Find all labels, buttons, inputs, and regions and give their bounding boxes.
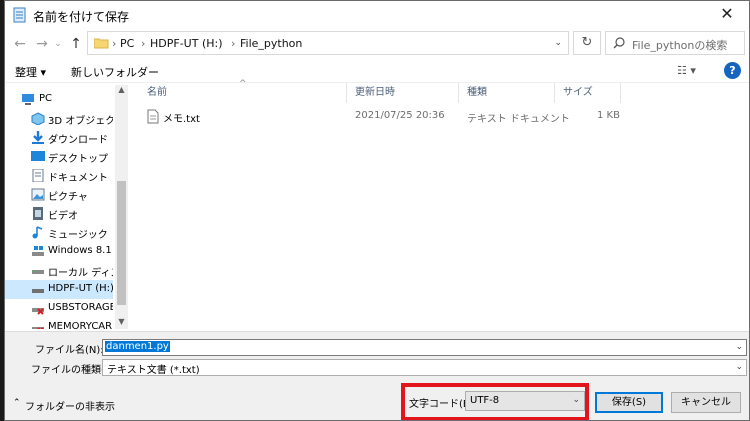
title-bar: 名前を付けて保存 ✕ (5, 1, 749, 29)
file-modified: 2021/07/25 20:36 (355, 110, 445, 121)
scroll-up-icon[interactable]: ▲ (115, 85, 128, 97)
breadcrumb-separator-icon: › (112, 37, 117, 50)
sidebar-item-drive-d[interactable]: ローカル ディスク (D (5, 261, 113, 280)
filename-input[interactable]: danmen1.py ⌄ (102, 339, 747, 356)
file-type: テキスト ドキュメント (467, 114, 570, 125)
sidebar-item-label: 3D オブジェクト (48, 116, 113, 127)
save-button[interactable]: 保存(S) (595, 392, 663, 413)
column-header-name[interactable]: 名前 (139, 83, 347, 103)
sidebar-item-label: デスクトップ (48, 154, 108, 165)
encoding-dropdown-icon[interactable]: ⌄ (572, 395, 580, 405)
sidebar-item-music[interactable]: ミュージック (5, 223, 113, 242)
filename-value: danmen1.py (105, 341, 170, 352)
sidebar-item-label: USBSTORAGE (¥ (48, 302, 113, 313)
column-header-size[interactable]: サイズ (555, 83, 621, 103)
up-arrow-icon[interactable]: ↑ (67, 35, 85, 53)
sidebar-item-label: Windows 8.1 (C:) (48, 245, 113, 256)
desktop-icon (31, 151, 45, 161)
search-icon (613, 37, 625, 49)
music-icon (32, 226, 43, 239)
scrollbar-thumb[interactable] (117, 181, 126, 305)
help-icon[interactable]: ? (724, 62, 741, 79)
scroll-down-icon[interactable]: ▼ (115, 317, 128, 329)
filetype-dropdown-icon[interactable]: ⌄ (735, 362, 743, 372)
column-header-type[interactable]: 種類 (459, 83, 555, 103)
sidebar-item-label: ミュージック (48, 230, 108, 241)
address-dropdown-icon[interactable]: ⌄ (554, 38, 562, 48)
sidebar-item-label: ダウンロード (48, 135, 108, 146)
drive-icon (32, 270, 44, 274)
breadcrumb-folder[interactable]: File_python (240, 37, 302, 50)
file-list: ^ 名前 更新日時 種類 サイズ メモ.txt 2021/07/25 20:36… (131, 79, 749, 329)
sidebar-item-3d-objects[interactable]: 3D オブジェクト (5, 109, 113, 128)
navigation-bar: ← → ⌄ ↑ › PC › HDPF-UT (H:) › File_pytho… (5, 29, 749, 59)
back-arrow-icon[interactable]: ← (11, 35, 29, 53)
sidebar-item-drive-c[interactable]: Windows 8.1 (C:) (5, 242, 113, 261)
sidebar-item-drive-h[interactable]: HDPF-UT (H:) (5, 280, 113, 299)
sidebar-item-videos[interactable]: ビデオ (5, 204, 113, 223)
encoding-select[interactable]: UTF-8 ⌄ (465, 391, 585, 411)
recent-chevron-icon[interactable]: ⌄ (53, 35, 63, 53)
sidebar-item-pictures[interactable]: ピクチャ (5, 185, 113, 204)
sidebar-item-usbstorage[interactable]: USBSTORAGE (¥ (5, 299, 113, 318)
forward-arrow-icon[interactable]: → (33, 35, 51, 53)
sidebar-item-desktop[interactable]: デスクトップ (5, 147, 113, 166)
breadcrumb-separator-icon: › (231, 37, 236, 50)
save-options-panel: ファイル名(N): danmen1.py ⌄ ファイルの種類(T): テキスト文… (5, 331, 749, 420)
notepad-icon (13, 7, 26, 23)
sidebar-item-label: ピクチャ (48, 192, 88, 203)
sidebar-item-pc[interactable]: PC (5, 90, 113, 109)
drive-icon (32, 289, 44, 293)
navigation-scrollbar[interactable]: ▲ ▼ (115, 85, 128, 329)
file-row[interactable]: メモ.txt 2021/07/25 20:36 テキスト ドキュメント 1 KB (139, 107, 625, 127)
navigation-pane: PC 3D オブジェクト ダウンロード デスクトップ ドキュメント ピクチャ ビ… (5, 85, 127, 329)
address-bar[interactable]: › PC › HDPF-UT (H:) › File_python ⌄ (87, 31, 569, 55)
search-input[interactable]: File_pythonの検索 (605, 31, 745, 55)
sidebar-item-downloads[interactable]: ダウンロード (5, 128, 113, 147)
sidebar-item-label: PC (39, 93, 53, 104)
collapse-chevron-icon[interactable]: ⌃ (13, 398, 21, 408)
folder-icon (94, 38, 109, 49)
filetype-value: テキスト文書 (*.txt) (107, 365, 200, 376)
sidebar-item-label: HDPF-UT (H:) (48, 283, 113, 294)
windows-drive-icon (32, 246, 44, 256)
close-button[interactable]: ✕ (709, 3, 745, 27)
filename-label: ファイル名(N): (35, 345, 104, 356)
cube-icon (31, 112, 45, 125)
file-size: 1 KB (597, 110, 620, 121)
column-header-modified[interactable]: 更新日時 (347, 83, 459, 103)
download-icon (32, 131, 44, 144)
new-folder-button[interactable]: 新しいフォルダー (71, 64, 159, 80)
save-as-dialog: 名前を付けて保存 ✕ ← → ⌄ ↑ › PC › HDPF-UT (H:) ›… (4, 0, 750, 421)
encoding-value: UTF-8 (470, 395, 500, 406)
picture-icon (31, 188, 45, 201)
sidebar-item-memorycard[interactable]: MEMORYCARD ( (5, 318, 113, 329)
breadcrumb-drive[interactable]: HDPF-UT (H:) (150, 37, 223, 50)
text-file-icon (147, 109, 159, 124)
document-icon (32, 169, 44, 182)
usb-drive-icon (32, 308, 44, 315)
breadcrumb-separator-icon: › (141, 37, 146, 50)
file-name: メモ.txt (163, 114, 200, 125)
sidebar-item-label: ローカル ディスク (D (48, 268, 113, 279)
filename-dropdown-icon[interactable]: ⌄ (735, 342, 743, 352)
video-icon (33, 207, 43, 220)
sidebar-item-label: MEMORYCARD ( (48, 321, 113, 329)
cancel-button[interactable]: キャンセル (671, 392, 741, 413)
usb-drive-icon (32, 327, 44, 329)
sidebar-item-documents[interactable]: ドキュメント (5, 166, 113, 185)
search-placeholder: File_pythonの検索 (632, 39, 728, 52)
sidebar-item-label: ドキュメント (48, 173, 108, 184)
command-toolbar: 整理 ▾ 新しいフォルダー ☷ ▾ ? (5, 59, 749, 83)
refresh-icon[interactable]: ↻ (573, 31, 601, 55)
pc-icon (22, 94, 34, 105)
filetype-select[interactable]: テキスト文書 (*.txt) ⌄ (102, 359, 747, 376)
window-title: 名前を付けて保存 (33, 10, 130, 24)
hide-folders-toggle[interactable]: フォルダーの非表示 (25, 398, 115, 413)
organize-button[interactable]: 整理 ▾ (15, 64, 46, 80)
breadcrumb-pc[interactable]: PC (120, 37, 134, 50)
sidebar-item-label: ビデオ (48, 211, 78, 222)
view-options-icon[interactable]: ☷ ▾ (677, 64, 696, 77)
